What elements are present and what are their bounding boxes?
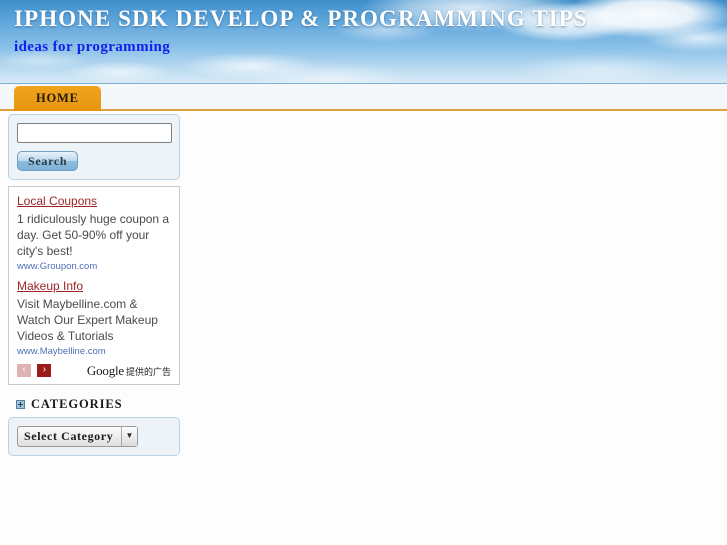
- nav-item-home[interactable]: HOME: [14, 86, 101, 112]
- ad-display-url[interactable]: www.Groupon.com: [17, 260, 171, 273]
- ad-title-link[interactable]: Makeup Info: [17, 279, 171, 294]
- page-body: Search Local Coupons 1 ridiculously huge…: [0, 111, 727, 545]
- category-select-value: Select Category: [24, 429, 114, 443]
- widget-heading: CATEGORIES: [16, 397, 180, 412]
- primary-navigation: HOME: [0, 83, 727, 112]
- nav-menu: HOME: [0, 84, 727, 112]
- ad-description: 1 ridiculously huge coupon a day. Get 50…: [17, 212, 170, 258]
- search-button[interactable]: Search: [17, 151, 79, 171]
- ad-description: Visit Maybelline.com & Watch Our Expert …: [17, 297, 158, 343]
- chevron-down-icon: ▼: [121, 427, 138, 446]
- site-header: IPHONE SDK DEVELOP & PROGRAMMING TIPS id…: [0, 0, 727, 83]
- page-title: IPHONE SDK DEVELOP & PROGRAMMING TIPS: [14, 6, 588, 31]
- category-select[interactable]: Select Category ▼: [17, 426, 139, 447]
- advertisement-widget: Local Coupons 1 ridiculously huge coupon…: [8, 186, 180, 385]
- plus-box-icon[interactable]: [16, 400, 25, 409]
- ads-footer: ‹ › Google 提供的广告: [17, 364, 171, 380]
- main-content-area: [188, 114, 721, 545]
- categories-heading-block: CATEGORIES: [8, 397, 180, 412]
- search-widget: Search: [8, 114, 180, 180]
- ads-next-arrow-icon[interactable]: ›: [37, 364, 52, 377]
- ad-display-url[interactable]: www.Maybelline.com: [17, 345, 171, 358]
- search-input[interactable]: [17, 123, 172, 143]
- site-tagline: ideas for programming: [14, 39, 171, 55]
- google-wordmark: Google: [86, 363, 124, 378]
- ads-prev-arrow-icon[interactable]: ‹: [17, 364, 31, 377]
- categories-title: CATEGORIES: [31, 397, 123, 411]
- sidebar: Search Local Coupons 1 ridiculously huge…: [8, 114, 180, 462]
- ads-attribution-note: 提供的广告: [125, 368, 171, 378]
- google-ads-attribution: Google 提供的广告: [87, 364, 171, 380]
- categories-widget: Select Category ▼: [8, 417, 180, 456]
- ad-title-link[interactable]: Local Coupons: [17, 194, 171, 209]
